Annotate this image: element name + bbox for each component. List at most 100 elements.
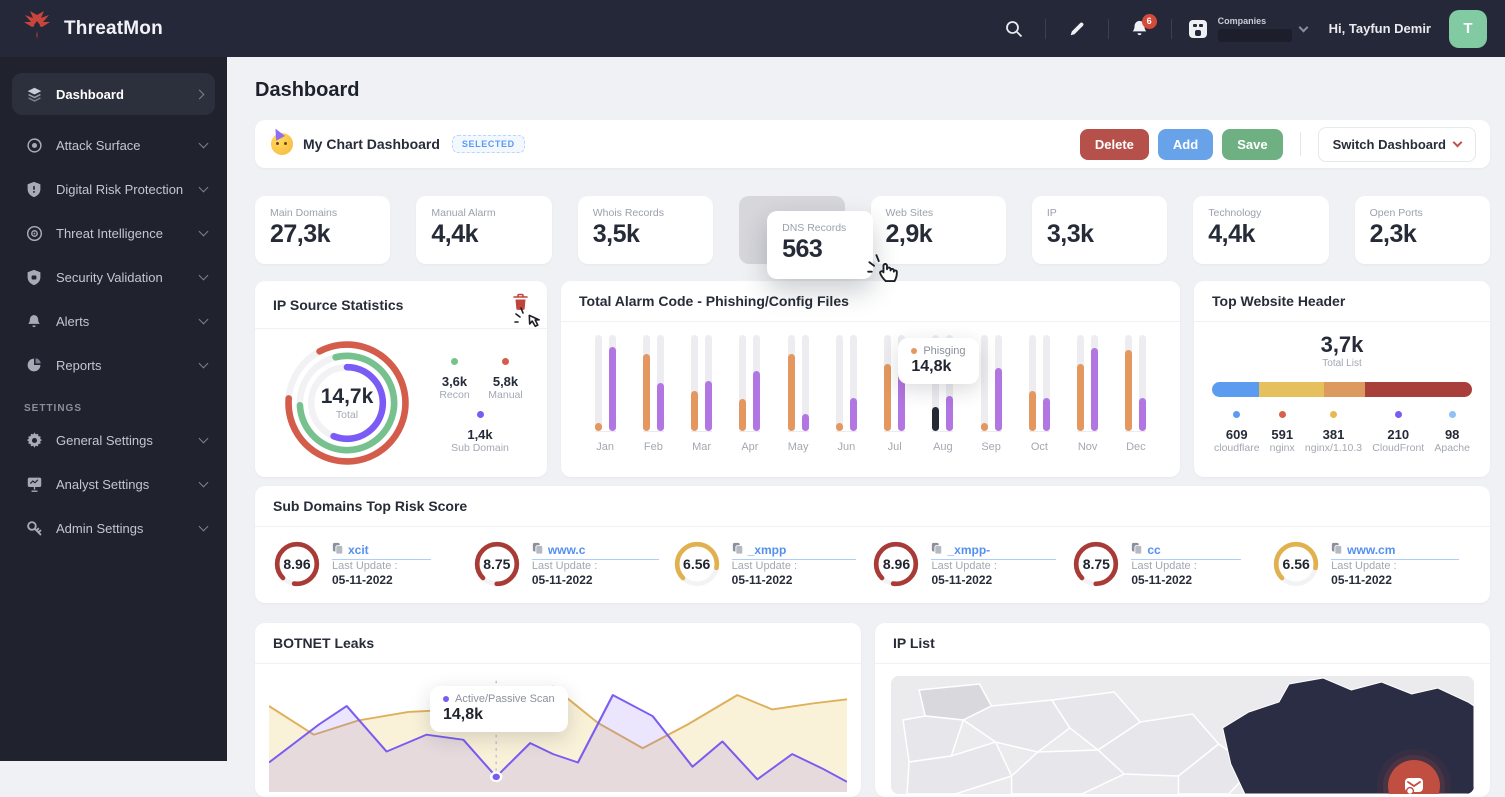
notifications-bell-icon[interactable]: 6 [1123, 12, 1157, 46]
sidebar-item-analyst-settings[interactable]: Analyst Settings [0, 462, 227, 506]
bar-group-nov[interactable]: Nov [1064, 336, 1112, 458]
config-files-bar[interactable] [1043, 398, 1050, 431]
save-button[interactable]: Save [1222, 129, 1282, 160]
companies-dropdown[interactable]: Companies [1186, 16, 1307, 42]
bar-track [1125, 335, 1132, 431]
phishing-bar[interactable] [836, 423, 843, 431]
stacked-total-value: 3,7k [1212, 332, 1472, 358]
risk-item: 8.75 www.c Last Update : 05-11-2022 [473, 540, 673, 588]
trash-icon[interactable] [512, 293, 529, 316]
phishing-bar[interactable] [981, 423, 988, 431]
party-emoji-icon [271, 133, 293, 155]
search-icon[interactable] [997, 12, 1031, 46]
switch-dashboard-button[interactable]: Switch Dashboard [1318, 127, 1476, 162]
subdomain-link[interactable]: xcit [332, 542, 431, 560]
stat-card-dragging[interactable]: DNS Records 563 [767, 211, 872, 279]
bar-group-mar[interactable]: Mar [678, 336, 726, 458]
copy-icon[interactable] [1131, 542, 1143, 558]
phishing-bar[interactable] [932, 407, 939, 431]
add-button[interactable]: Add [1158, 129, 1213, 160]
config-files-bar[interactable] [802, 414, 809, 431]
config-files-bar[interactable] [657, 383, 664, 431]
sidebar-item-reports[interactable]: Reports [0, 343, 227, 387]
bar-segment-nginx/1.10.3[interactable] [1324, 382, 1366, 397]
sidebar-item-admin-settings[interactable]: Admin Settings [0, 506, 227, 550]
card-title: Sub Domains Top Risk Score [273, 498, 467, 514]
subdomain-link[interactable]: _xmpp [732, 542, 857, 560]
phishing-bar[interactable] [884, 364, 891, 431]
phishing-bar[interactable] [595, 423, 602, 431]
bar-group-feb[interactable]: Feb [629, 336, 677, 458]
avatar[interactable]: T [1449, 10, 1487, 48]
config-files-bar[interactable] [1091, 348, 1098, 431]
delete-button[interactable]: Delete [1080, 129, 1149, 160]
donut-total-label: Total [336, 409, 358, 421]
building-icon [1186, 18, 1210, 40]
bar-group-jun[interactable]: Jun [822, 336, 870, 458]
stat-card[interactable]: Open Ports 2,3k [1355, 196, 1490, 264]
phishing-bar[interactable] [691, 391, 698, 431]
phishing-bar[interactable] [788, 354, 795, 431]
bar-track [1139, 335, 1146, 431]
pen-icon[interactable] [1060, 12, 1094, 46]
risk-item: 8.96 _xmpp- Last Update : 05-11-2022 [872, 540, 1072, 588]
month-label: Jun [838, 441, 856, 453]
phishing-bar[interactable] [1077, 364, 1084, 431]
phishing-bar[interactable] [1125, 350, 1132, 431]
board-icon [24, 476, 44, 492]
subdomain-link[interactable]: www.cm [1331, 542, 1459, 560]
config-files-bar[interactable] [705, 381, 712, 431]
stat-card[interactable]: Whois Records 3,5k [578, 196, 713, 264]
chevron-down-icon [1453, 138, 1463, 148]
config-files-bar[interactable] [995, 368, 1002, 431]
subdomain-link[interactable]: www.c [532, 542, 660, 560]
copy-icon[interactable] [332, 542, 344, 558]
copy-icon[interactable] [931, 542, 943, 558]
bar-group-apr[interactable]: Apr [726, 336, 774, 458]
month-label: Nov [1078, 441, 1098, 453]
legend-name: nginx [1270, 442, 1295, 454]
bar-segment-CloudFront[interactable] [1365, 382, 1472, 397]
sidebar-item-label: Reports [56, 358, 188, 373]
phishing-bar[interactable] [739, 399, 746, 431]
copy-icon[interactable] [732, 542, 744, 558]
config-files-bar[interactable] [850, 398, 857, 431]
sidebar-item-general-settings[interactable]: General Settings [0, 418, 227, 462]
bar-group-may[interactable]: May [774, 336, 822, 458]
subdomain-link[interactable]: cc [1131, 542, 1240, 560]
stacked-bar[interactable] [1212, 382, 1472, 397]
sidebar-item-dashboard[interactable]: Dashboard [12, 73, 215, 115]
config-files-bar[interactable] [753, 371, 760, 431]
config-files-bar[interactable] [946, 396, 953, 431]
stat-card[interactable]: Technology 4,4k [1193, 196, 1328, 264]
last-update-label: Last Update : [732, 560, 857, 572]
bar-group-jan[interactable]: Jan [581, 336, 629, 458]
config-files-bar[interactable] [1139, 398, 1146, 431]
sidebar-item-security-validation[interactable]: Security Validation [0, 255, 227, 299]
bar-group-dec[interactable]: Dec [1112, 336, 1160, 458]
copy-icon[interactable] [1331, 542, 1343, 558]
stat-card[interactable]: IP 3,3k [1032, 196, 1167, 264]
brand[interactable]: ThreatMon [20, 9, 163, 48]
config-files-bar[interactable] [609, 347, 616, 431]
bar-group-oct[interactable]: Oct [1015, 336, 1063, 458]
month-label: Mar [692, 441, 711, 453]
month-label: Jul [888, 441, 902, 453]
bar-segment-cloudflare[interactable] [1212, 382, 1259, 397]
stat-card[interactable]: Manual Alarm 4,4k [416, 196, 551, 264]
botnet-line-chart[interactable]: Active/Passive Scan 14,8k [255, 664, 861, 797]
sidebar-item-threat-intelligence[interactable]: Threat Intelligence [0, 211, 227, 255]
sidebar-item-attack-surface[interactable]: Attack Surface [0, 123, 227, 167]
copy-icon[interactable] [532, 542, 544, 558]
sidebar-item-alerts[interactable]: Alerts [0, 299, 227, 343]
last-update-date: 05-11-2022 [532, 573, 660, 587]
donut-chart[interactable]: 14,7k Total [271, 337, 423, 469]
ip-map[interactable] [891, 676, 1474, 794]
bar-segment-nginx[interactable] [1259, 382, 1324, 397]
risk-item: 8.96 xcit Last Update : 05-11-2022 [273, 540, 473, 588]
phishing-bar[interactable] [1029, 391, 1036, 431]
phishing-bar[interactable] [643, 354, 650, 431]
stat-card[interactable]: Main Domains 27,3k [255, 196, 390, 264]
subdomain-link[interactable]: _xmpp- [931, 542, 1056, 560]
sidebar-item-digital-risk-protection[interactable]: Digital Risk Protection [0, 167, 227, 211]
